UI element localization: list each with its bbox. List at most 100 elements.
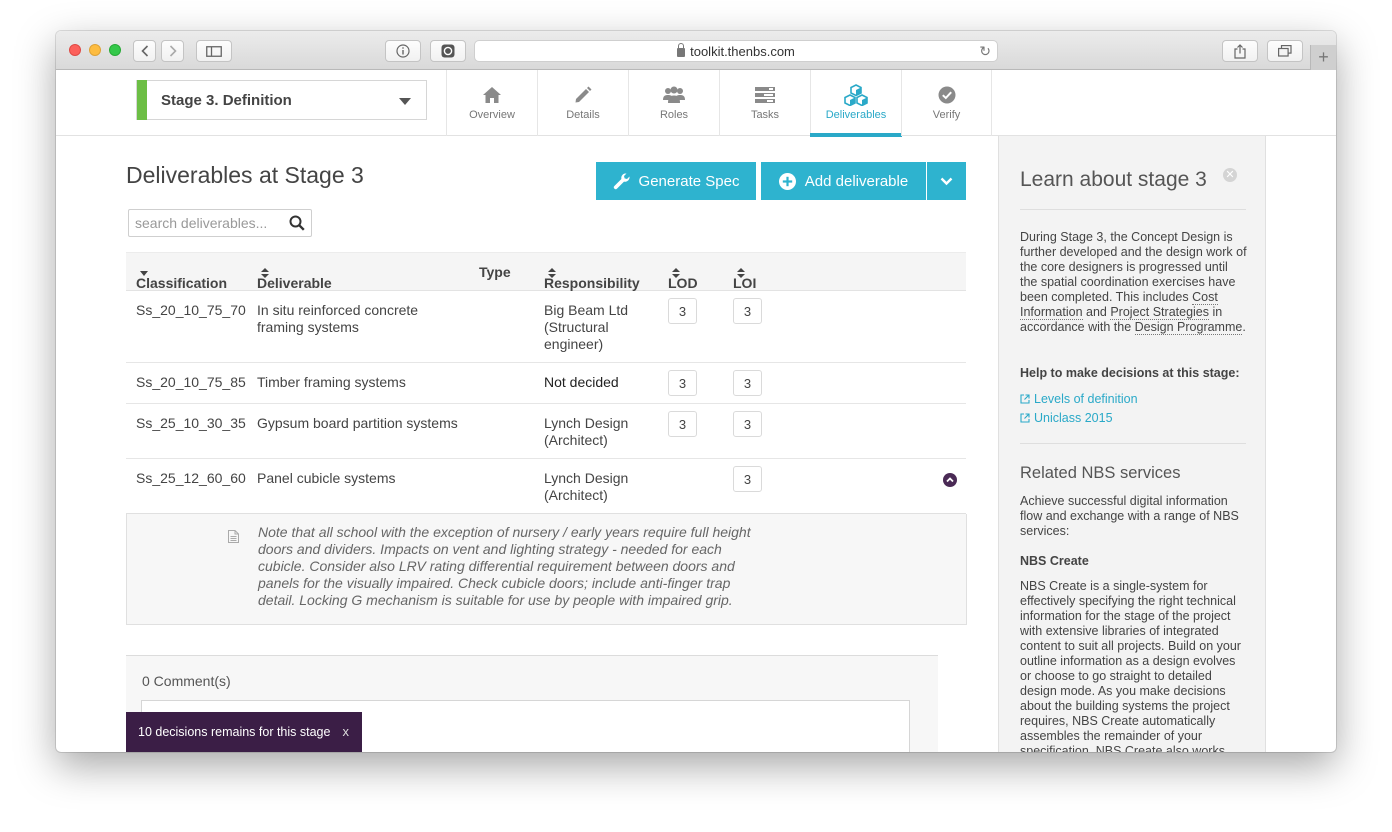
add-deliverable-button[interactable]: Add deliverable [761,162,926,200]
cell-responsibility: Lynch Design (Architect) [544,470,629,503]
tab-label: Deliverables [825,109,887,121]
chevron-left-icon [140,45,148,57]
toast-close-button[interactable]: x [343,724,350,739]
table-row[interactable]: Ss_25_10_30_35 Gypsum board partition sy… [126,404,966,459]
minimize-window-button[interactable] [89,44,101,56]
cell-responsibility: Big Beam Ltd (Structural engineer) [544,302,629,352]
column-loi[interactable]: LOI [733,264,756,291]
pencil-icon [575,86,592,103]
tabs-icon [1278,45,1292,57]
share-icon [1234,43,1246,59]
link-label: Levels of definition [1034,392,1138,406]
uniclass-2015-link[interactable]: Uniclass 2015 [1020,411,1113,425]
lod-badge[interactable]: 3 [668,298,697,324]
column-type: Type [479,264,511,280]
loi-badge[interactable]: 3 [733,298,762,324]
toast-text: 10 decisions remains for this stage [138,725,331,739]
comments-count: 0 Comment(s) [142,673,231,689]
chevron-down-icon [940,177,953,185]
cell-deliverable: Timber framing systems [257,374,406,390]
cubes-icon [844,84,868,106]
learn-sidebar: Learn about stage 3 ✕ During Stage 3, th… [998,136,1266,752]
add-deliverable-dropdown-button[interactable] [927,162,966,200]
column-label: Classification [136,275,228,291]
page-title: Deliverables at Stage 3 [126,162,364,188]
address-bar[interactable]: toolkit.thenbs.com ↻ [474,40,998,62]
tab-overview[interactable]: Overview [446,70,537,136]
main-content: Deliverables at Stage 3 Generate Spec Ad… [56,136,998,752]
loi-badge[interactable]: 3 [733,370,762,396]
generate-spec-label: Generate Spec [638,172,740,190]
stage-select[interactable]: Stage 3. Definition [136,80,427,120]
lock-icon [677,42,686,57]
external-link-icon [1020,413,1030,423]
url-text: toolkit.thenbs.com [690,43,795,59]
column-deliverable[interactable]: Deliverable [257,264,332,291]
nav-tabs: Overview Details Roles Tasks Deliverable… [446,70,992,137]
app-header: Stage 3. Definition Overview Details Rol… [56,70,1336,137]
description-text: and [1082,305,1111,319]
table-row[interactable]: Ss_20_10_75_70 In situ reinforced concre… [126,291,966,363]
reload-icon[interactable]: ↻ [979,43,991,60]
nbs-create-text: NBS Create is a single-system for effect… [1020,579,1241,752]
column-responsibility[interactable]: Responsibility [544,264,640,291]
tab-label: Verify [932,109,961,121]
cell-deliverable: Panel cubicle systems [257,470,396,486]
sort-icon [737,268,745,278]
check-circle-icon [938,86,955,104]
decisions-toast: 10 decisions remains for this stage x [126,712,362,752]
column-classification[interactable]: Classification [136,264,227,291]
lod-badge[interactable]: 3 [668,411,697,437]
new-tab-button[interactable]: + [1310,45,1336,70]
info-button[interactable] [385,40,421,62]
column-label: Responsibility [544,275,640,291]
sidebar-icon [206,45,222,57]
stage-description: During Stage 3, the Concept Design is fu… [1020,230,1248,335]
column-lod[interactable]: LOD [668,264,698,291]
project-strategies-link[interactable]: Project Strategies [1110,305,1210,320]
external-link-icon [1020,394,1030,404]
design-programme-link[interactable]: Design Programme [1134,320,1243,335]
sort-icon [672,268,680,278]
divider [1020,443,1246,444]
loi-badge[interactable]: 3 [733,411,762,437]
tab-verify[interactable]: Verify [901,70,992,136]
tab-label: Roles [659,109,689,121]
tasks-icon [755,87,775,103]
description-text: . [1242,320,1246,334]
tab-details[interactable]: Details [537,70,628,136]
tab-deliverables[interactable]: Deliverables [810,70,902,137]
add-deliverable-label: Add deliverable [804,172,909,190]
cell-deliverable: Gypsum board partition systems [257,415,458,431]
wrench-icon [613,173,630,190]
search-input[interactable] [135,214,285,232]
lod-badge[interactable]: 3 [668,370,697,396]
sidebar-toggle-button[interactable] [196,40,232,62]
tab-tasks[interactable]: Tasks [719,70,810,136]
tabs-overview-button[interactable] [1267,40,1303,62]
zoom-window-button[interactable] [109,44,121,56]
browser-titlebar: toolkit.thenbs.com ↻ + [56,31,1336,70]
share-button[interactable] [1222,40,1258,62]
sort-icon [261,268,269,278]
tab-roles[interactable]: Roles [628,70,719,136]
close-window-button[interactable] [69,44,81,56]
levels-of-definition-link[interactable]: Levels of definition [1020,392,1138,406]
extension-button[interactable] [430,40,466,62]
forward-button[interactable] [161,40,184,62]
cell-classification: Ss_20_10_75_70 [136,302,246,318]
cell-classification: Ss_25_10_30_35 [136,415,246,431]
deliverables-table: Classification Deliverable Type Responsi… [126,252,967,625]
search-icon[interactable] [289,215,305,231]
loi-badge[interactable]: 3 [733,466,762,492]
link-label: Uniclass 2015 [1034,411,1113,425]
divider [1020,209,1246,210]
collapse-row-icon[interactable] [943,473,957,487]
table-row-expanded[interactable]: Ss_25_12_60_60 Panel cubicle systems Lyn… [126,459,966,514]
table-row[interactable]: Ss_20_10_75_85 Timber framing systems No… [126,363,966,404]
cell-classification: Ss_25_12_60_60 [136,470,246,486]
close-icon[interactable]: ✕ [1223,168,1237,182]
info-icon [396,44,410,58]
generate-spec-button[interactable]: Generate Spec [596,162,756,200]
back-button[interactable] [133,40,156,62]
